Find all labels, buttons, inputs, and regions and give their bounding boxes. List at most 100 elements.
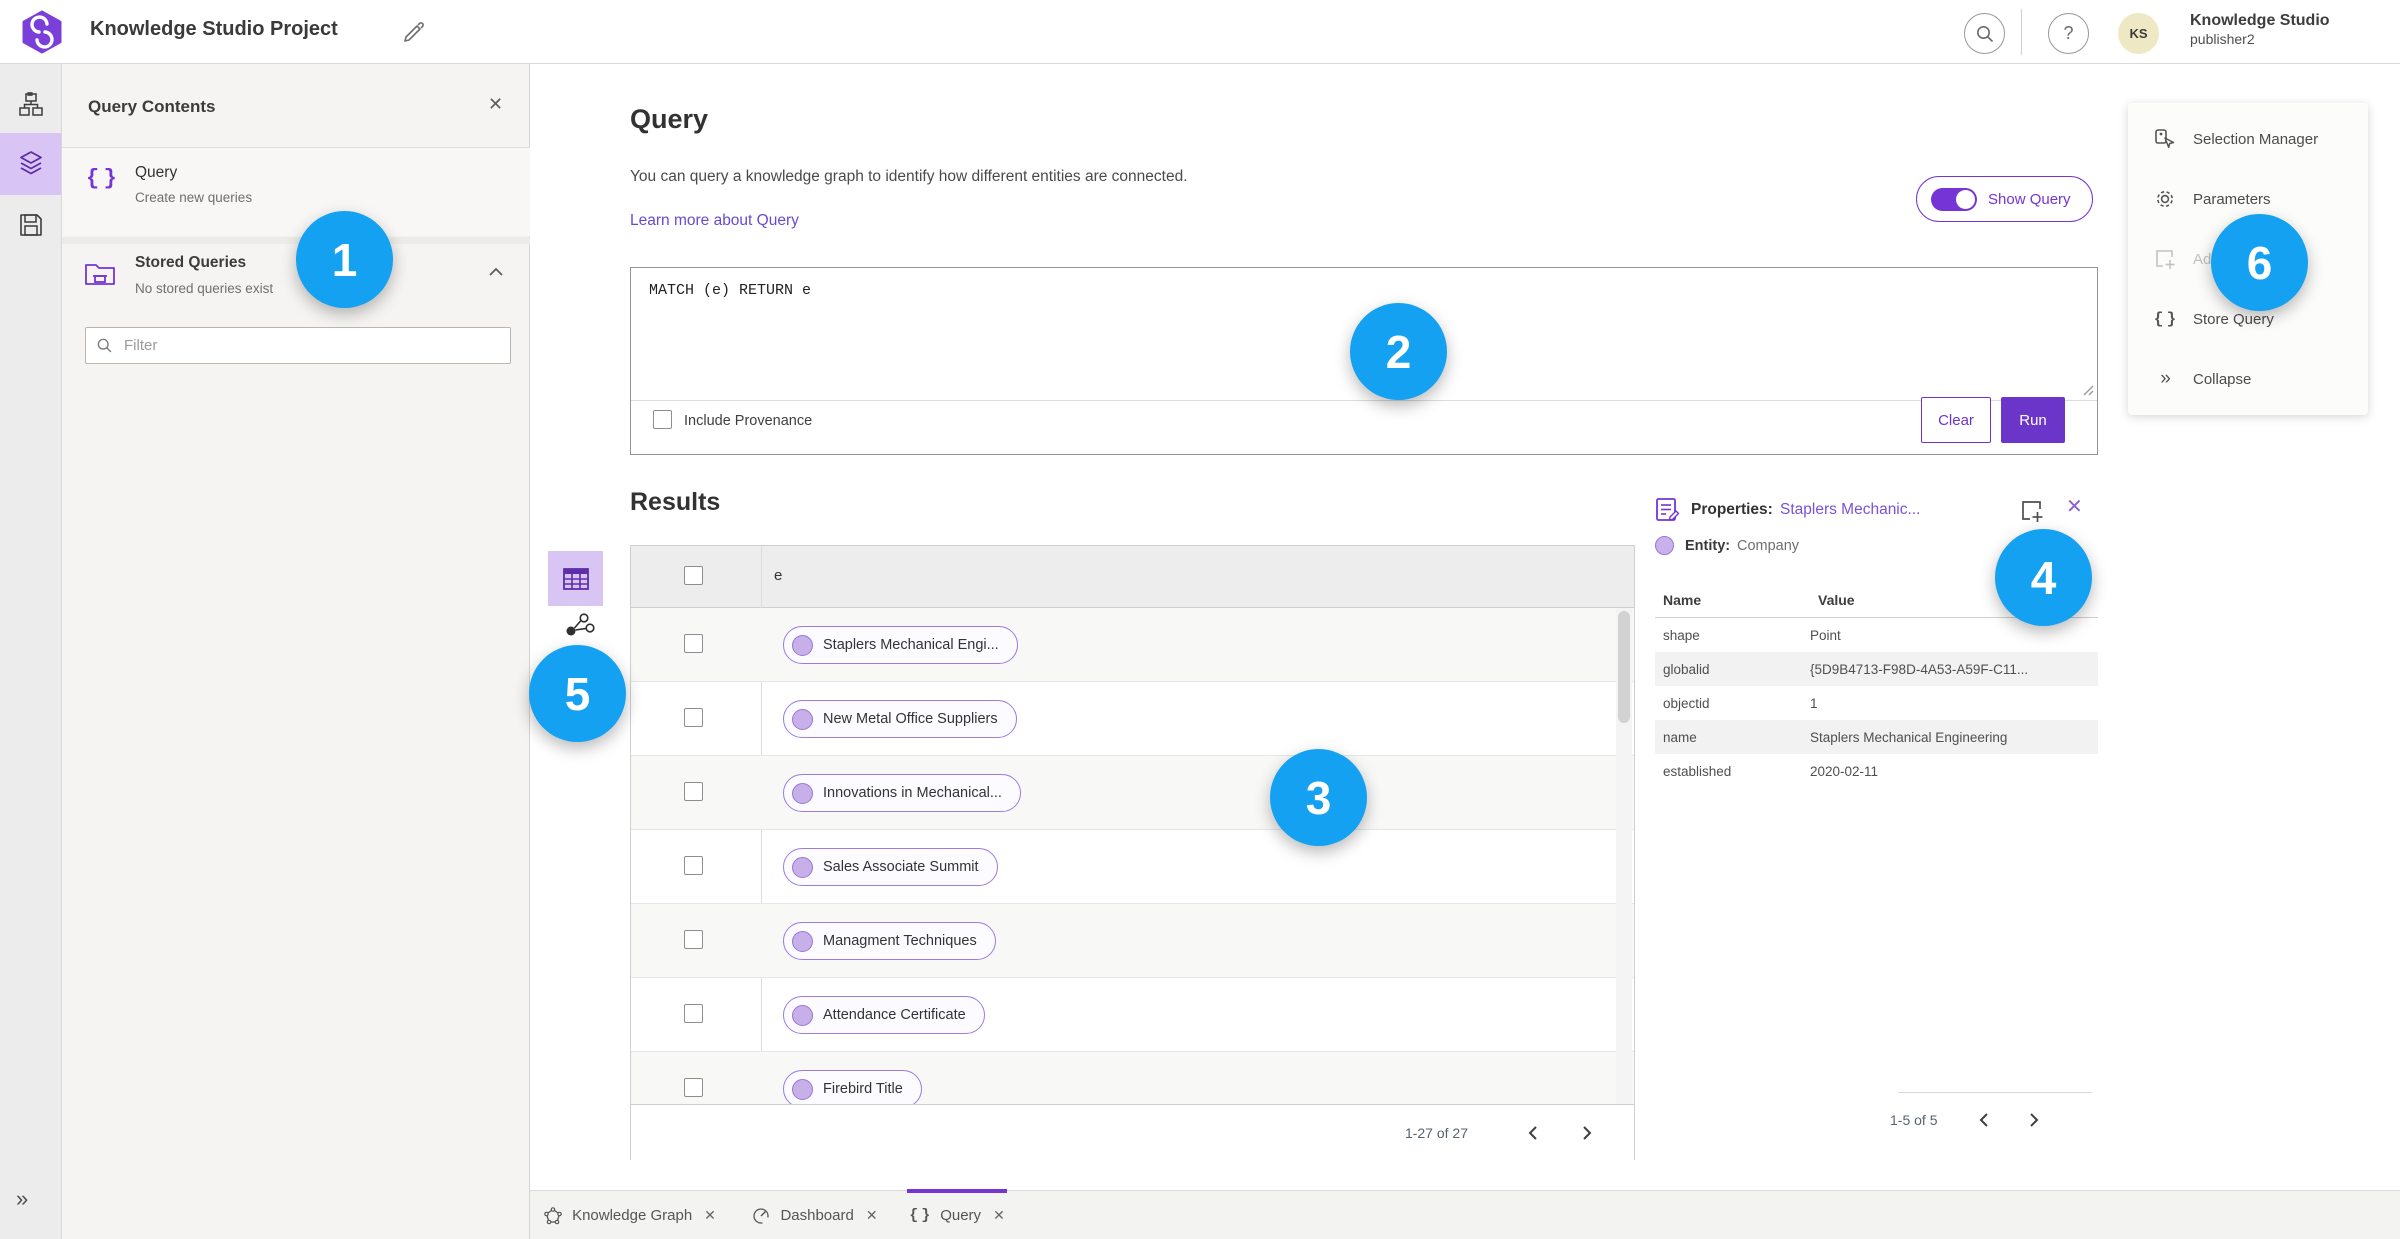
app-logo-icon: [20, 10, 64, 54]
entity-pill[interactable]: New Metal Office Suppliers: [783, 700, 1017, 738]
prev-page-button[interactable]: [1967, 1105, 2001, 1135]
row-checkbox[interactable]: [684, 930, 703, 949]
annotation-badge-6: 6: [2211, 214, 2308, 311]
entity-pill[interactable]: Managment Techniques: [783, 922, 996, 960]
link-chart-view-button[interactable]: [563, 608, 597, 642]
search-button[interactable]: [1964, 13, 2005, 54]
properties-page-range: 1-5 of 5: [1890, 1112, 1938, 1128]
property-name: established: [1663, 763, 1732, 779]
close-icon[interactable]: ✕: [704, 1207, 716, 1224]
menu-item-selection-manager[interactable]: Selection Manager: [2128, 109, 2368, 169]
section-gap: [62, 237, 530, 244]
results-table-body: Staplers Mechanical Engi... New Metal Of…: [631, 608, 1634, 1104]
entity-dot-icon: [792, 634, 813, 656]
column-header-e: e: [774, 567, 783, 584]
property-name: name: [1663, 729, 1697, 745]
expand-rail-icon[interactable]: »: [16, 1186, 28, 1212]
entity-pill[interactable]: Staplers Mechanical Engi...: [783, 626, 1018, 664]
annotation-badge-5: 5: [529, 645, 626, 742]
include-provenance-checkbox[interactable]: [653, 410, 672, 429]
user-block[interactable]: Knowledge Studio publisher2: [2190, 11, 2330, 49]
tab-label: Knowledge Graph: [572, 1207, 693, 1224]
add-to-selection-icon[interactable]: [2018, 497, 2045, 524]
tab-query[interactable]: { } Query ✕: [906, 1191, 1008, 1239]
chevron-right-icon: [1583, 1125, 1592, 1140]
divider: [1898, 1092, 2092, 1093]
next-page-button[interactable]: [1570, 1118, 1604, 1148]
learn-more-link[interactable]: Learn more about Query: [630, 212, 799, 230]
chevron-up-icon[interactable]: [488, 264, 504, 276]
stored-queries-description: No stored queries exist: [135, 281, 274, 296]
entity-dot-icon: [792, 930, 813, 952]
layers-icon[interactable]: [18, 150, 44, 176]
table-row: Sales Associate Summit: [631, 830, 1634, 904]
row-checkbox[interactable]: [684, 782, 703, 801]
properties-name-header: Name: [1663, 592, 1702, 608]
properties-entity-link[interactable]: Staplers Mechanic...: [1780, 501, 1920, 519]
tab-knowledge-graph[interactable]: Knowledge Graph ✕: [537, 1191, 723, 1239]
next-page-button[interactable]: [2017, 1105, 2051, 1135]
entity-pill[interactable]: Innovations in Mechanical...: [783, 774, 1021, 812]
bottom-tab-bar: Knowledge Graph ✕ Dashboard ✕ { } Query …: [530, 1189, 2400, 1239]
stored-queries-folder-icon: [84, 260, 116, 290]
clear-button[interactable]: Clear: [1921, 397, 1991, 443]
menu-item-label: Store Query: [2193, 310, 2274, 328]
include-provenance-label: Include Provenance: [684, 413, 813, 429]
close-icon[interactable]: ✕: [2066, 494, 2083, 519]
entity-pill[interactable]: Sales Associate Summit: [783, 848, 998, 886]
hierarchy-icon[interactable]: [18, 92, 44, 118]
table-row: New Metal Office Suppliers: [631, 682, 1634, 756]
table-row: Staplers Mechanical Engi...: [631, 608, 1634, 682]
close-icon[interactable]: ✕: [993, 1207, 1005, 1224]
row-checkbox[interactable]: [684, 856, 703, 875]
show-query-toggle[interactable]: Show Query: [1916, 176, 2093, 222]
entity-pill-label: Managment Techniques: [823, 933, 977, 949]
annotation-badge-3: 3: [1270, 749, 1367, 846]
close-icon[interactable]: ✕: [866, 1207, 878, 1224]
row-checkbox[interactable]: [684, 1078, 703, 1097]
resize-grip[interactable]: [2080, 382, 2094, 396]
entity-dot-icon: [792, 708, 813, 730]
property-value: Staplers Mechanical Engineering: [1810, 729, 2008, 745]
knowledge-graph-icon: [544, 1206, 562, 1225]
row-checkbox[interactable]: [684, 634, 703, 653]
entity-pill-label: Firebird Title: [823, 1081, 903, 1097]
results-page-range: 1-27 of 27: [1404, 1124, 1468, 1141]
select-all-checkbox[interactable]: [684, 566, 703, 585]
chevron-left-icon: [1528, 1125, 1537, 1140]
tab-label: Dashboard: [780, 1207, 854, 1224]
entity-pill-label: New Metal Office Suppliers: [823, 711, 998, 727]
close-icon[interactable]: ✕: [488, 94, 503, 115]
search-icon: [1976, 25, 1993, 42]
row-checkbox[interactable]: [684, 708, 703, 727]
braces-icon: { }: [86, 166, 117, 191]
scrollbar-thumb[interactable]: [1618, 611, 1630, 723]
query-contents-item-query[interactable]: [62, 148, 530, 236]
row-checkbox[interactable]: [684, 1004, 703, 1023]
properties-rows: shape Point globalid {5D9B4713-F98D-4A53…: [1655, 618, 2098, 788]
tab-dashboard[interactable]: Dashboard ✕: [742, 1191, 888, 1239]
filter-input[interactable]: [122, 336, 500, 355]
entity-pill[interactable]: Attendance Certificate: [783, 996, 985, 1034]
scrollbar-track[interactable]: [1616, 608, 1632, 1104]
entity-dot-icon: [1655, 536, 1674, 555]
menu-item-collapse[interactable]: » Collapse: [2128, 349, 2368, 409]
chevron-left-icon: [1980, 1113, 1989, 1127]
table-view-button[interactable]: [548, 551, 603, 606]
entity-dot-icon: [792, 782, 813, 804]
property-row: established 2020-02-11: [1655, 754, 2098, 788]
property-name: globalid: [1663, 661, 1710, 677]
edit-title-icon[interactable]: [400, 20, 426, 46]
properties-title: Properties:: [1691, 501, 1773, 518]
header-divider: [2021, 9, 2022, 55]
property-row: name Staplers Mechanical Engineering: [1655, 720, 2098, 754]
table-row: Innovations in Mechanical...: [631, 756, 1634, 830]
save-icon[interactable]: [18, 212, 44, 238]
properties-icon: [1654, 496, 1681, 523]
help-button[interactable]: ?: [2048, 13, 2089, 54]
run-button[interactable]: Run: [2001, 397, 2065, 443]
prev-page-button[interactable]: [1516, 1118, 1550, 1148]
entity-pill[interactable]: Firebird Title: [783, 1070, 922, 1104]
avatar[interactable]: KS: [2118, 13, 2159, 54]
entity-pill-label: Attendance Certificate: [823, 1007, 966, 1023]
